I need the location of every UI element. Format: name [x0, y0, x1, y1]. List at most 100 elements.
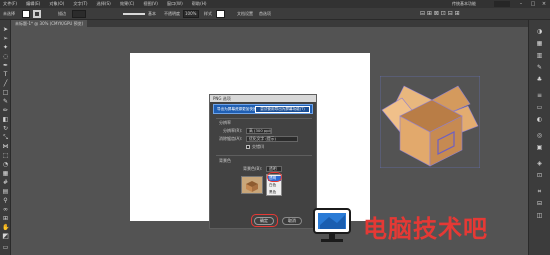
stroke-profile[interactable]	[123, 13, 145, 15]
document-tab[interactable]: 未标题-1* @ 30% (CMYK/GPU 预览)	[11, 20, 88, 27]
align-icons[interactable]: ⊟ ⊞ ⊠ ⊡ ⊟ ⊞	[420, 10, 460, 18]
paintbrush-tool-icon[interactable]: ✎	[2, 98, 9, 105]
shape-builder-tool-icon[interactable]: ◔	[2, 161, 9, 168]
artboards-icon[interactable]: ⊡	[536, 172, 543, 179]
blend-tool-icon[interactable]: ∞	[2, 206, 9, 213]
style-swatch[interactable]	[216, 10, 225, 18]
search-input[interactable]	[494, 1, 510, 7]
direct-selection-tool-icon[interactable]: ➢	[2, 35, 9, 42]
dialog-title: PNG 选项	[210, 95, 316, 102]
bg-option-white[interactable]: 白色	[268, 183, 281, 188]
divider	[216, 118, 312, 119]
swatches-icon[interactable]: ▥	[536, 52, 543, 59]
resolution-label: 分辨率(R):	[223, 128, 243, 133]
menu-file[interactable]: 文件(F)	[3, 1, 17, 7]
preferences-button[interactable]: 首选项	[259, 10, 271, 18]
appearance-icon[interactable]: ◎	[536, 132, 543, 139]
export-notice-banner: 导出为屏幕资源更加快速。 尝试使用导出为屏幕功能(T)	[213, 104, 313, 114]
stroke-label: 描边	[58, 11, 66, 16]
symbols-icon[interactable]: ♣	[536, 76, 543, 83]
tools-panel: ➤ ➢ ✦ ◌ ✒ T ╱ □ ✎ ✏ ◧ ↻ ⤡ ⋈ ⬚ ◔ ▦ # ▤ ⚲ …	[0, 20, 11, 255]
menu-window[interactable]: 窗口(W)	[167, 1, 183, 7]
type-tool-icon[interactable]: T	[2, 71, 9, 78]
watermark-logo-icon	[313, 208, 351, 242]
antialias-label: 消除锯齿(A):	[219, 136, 243, 141]
screen-mode-icon[interactable]: ▭	[2, 244, 9, 251]
transparency-icon[interactable]: ◐	[536, 116, 543, 123]
fill-stroke-icon[interactable]: ◩	[2, 233, 9, 240]
resolution-section-title: 分辨率	[219, 120, 231, 125]
document-tabbar: 未标题-1* @ 30% (CMYK/GPU 预览)	[11, 20, 528, 27]
ok-highlight-ring	[251, 214, 278, 227]
graphic-styles-icon[interactable]: ▣	[536, 144, 543, 151]
watermark-text: 电脑技术吧	[363, 215, 488, 243]
pen-tool-icon[interactable]: ✒	[2, 62, 9, 69]
rotate-tool-icon[interactable]: ↻	[2, 125, 9, 132]
rectangle-tool-icon[interactable]: □	[2, 89, 9, 96]
free-transform-tool-icon[interactable]: ⬚	[2, 152, 9, 159]
divider	[216, 155, 312, 156]
watermark: 电脑技术吧	[311, 205, 537, 247]
antialias-select[interactable]: 优化文字 (提示)	[246, 136, 298, 142]
stroke-panel-icon[interactable]: ≡	[536, 92, 543, 99]
selection-tool-icon[interactable]: ➤	[2, 26, 9, 33]
background-section-title: 背景色	[219, 158, 231, 163]
opacity-label: 不透明度	[164, 11, 180, 16]
opacity-field[interactable]: 100%	[183, 10, 199, 18]
close-icon[interactable]: ×	[541, 1, 547, 7]
hand-tool-icon[interactable]: ✋	[2, 224, 9, 231]
line-tool-icon[interactable]: ╱	[2, 80, 9, 87]
cancel-button[interactable]: 取消	[282, 217, 302, 225]
perspective-grid-tool-icon[interactable]: ▦	[2, 170, 9, 177]
menu-help[interactable]: 帮助(H)	[192, 1, 207, 7]
eyedropper-tool-icon[interactable]: ⚲	[2, 197, 9, 204]
stroke-swatch[interactable]	[33, 10, 41, 18]
workspace-switcher[interactable]: 传统基本功能	[452, 1, 492, 7]
pencil-tool-icon[interactable]: ✏	[2, 107, 9, 114]
fill-swatch[interactable]	[22, 10, 30, 18]
export-for-screens-button[interactable]: 尝试使用导出为屏幕功能(T)	[255, 106, 310, 113]
menu-select[interactable]: 选择(S)	[97, 1, 111, 7]
maximize-icon[interactable]: □	[530, 1, 536, 7]
menu-bar: 文件(F) 编辑(E) 对象(O) 文字(T) 选择(S) 效果(C) 视图(V…	[0, 0, 550, 8]
brushes-icon[interactable]: ✎	[536, 64, 543, 71]
menu-view[interactable]: 视图(V)	[143, 1, 158, 7]
style-label: 样式	[204, 11, 212, 16]
menu-type[interactable]: 文字(T)	[73, 1, 87, 7]
background-label: 背景色(B):	[243, 166, 263, 171]
pathfinder-icon[interactable]: ◫	[536, 212, 543, 219]
align-panel-icon[interactable]: ⊟	[536, 200, 543, 207]
box-illustration[interactable]	[380, 76, 480, 168]
png-options-dialog: PNG 选项 导出为屏幕资源更加快速。 尝试使用导出为屏幕功能(T) 分辨率 分…	[209, 94, 317, 229]
transform-icon[interactable]: ⌗	[536, 188, 543, 195]
menu-object[interactable]: 对象(O)	[49, 1, 64, 7]
minimize-icon[interactable]: –	[518, 1, 524, 7]
transparent-highlight-ring	[267, 172, 282, 182]
layers-icon[interactable]: ◈	[536, 160, 543, 167]
box-preview-icon	[246, 181, 258, 192]
selection-status: 未选择	[3, 11, 15, 16]
color-guide-icon[interactable]: ▦	[536, 40, 543, 47]
interlace-label: 交错(I)	[252, 144, 265, 149]
eraser-tool-icon[interactable]: ◧	[2, 116, 9, 123]
interlace-checkbox[interactable]	[246, 145, 250, 149]
brush-preset[interactable]: 基本	[148, 10, 156, 18]
export-notice-text: 导出为屏幕资源更加快速。	[217, 107, 261, 111]
resolution-select[interactable]: 高 (300 ppi)	[246, 128, 272, 134]
mesh-tool-icon[interactable]: #	[2, 179, 9, 186]
width-tool-icon[interactable]: ⋈	[2, 143, 9, 150]
menu-effect[interactable]: 效果(C)	[120, 1, 135, 7]
magic-wand-tool-icon[interactable]: ✦	[2, 44, 9, 51]
gradient-tool-icon[interactable]: ▤	[2, 188, 9, 195]
document-setup-button[interactable]: 文档设置	[237, 10, 253, 18]
gradient-panel-icon[interactable]: ▭	[536, 104, 543, 111]
control-bar: 未选择 描边 基本 不透明度 100% 样式 文档设置 首选项 ⊟ ⊞ ⊠ ⊡ …	[0, 8, 550, 20]
background-preview	[241, 176, 263, 194]
bg-option-black[interactable]: 黑色	[268, 190, 281, 195]
lasso-tool-icon[interactable]: ◌	[2, 53, 9, 60]
color-panel-icon[interactable]: ◑	[536, 28, 543, 35]
menu-edit[interactable]: 编辑(E)	[26, 1, 40, 7]
stroke-weight-field[interactable]	[72, 10, 86, 18]
scale-tool-icon[interactable]: ⤡	[2, 134, 9, 141]
artboard-tool-icon[interactable]: ⊞	[2, 215, 9, 222]
